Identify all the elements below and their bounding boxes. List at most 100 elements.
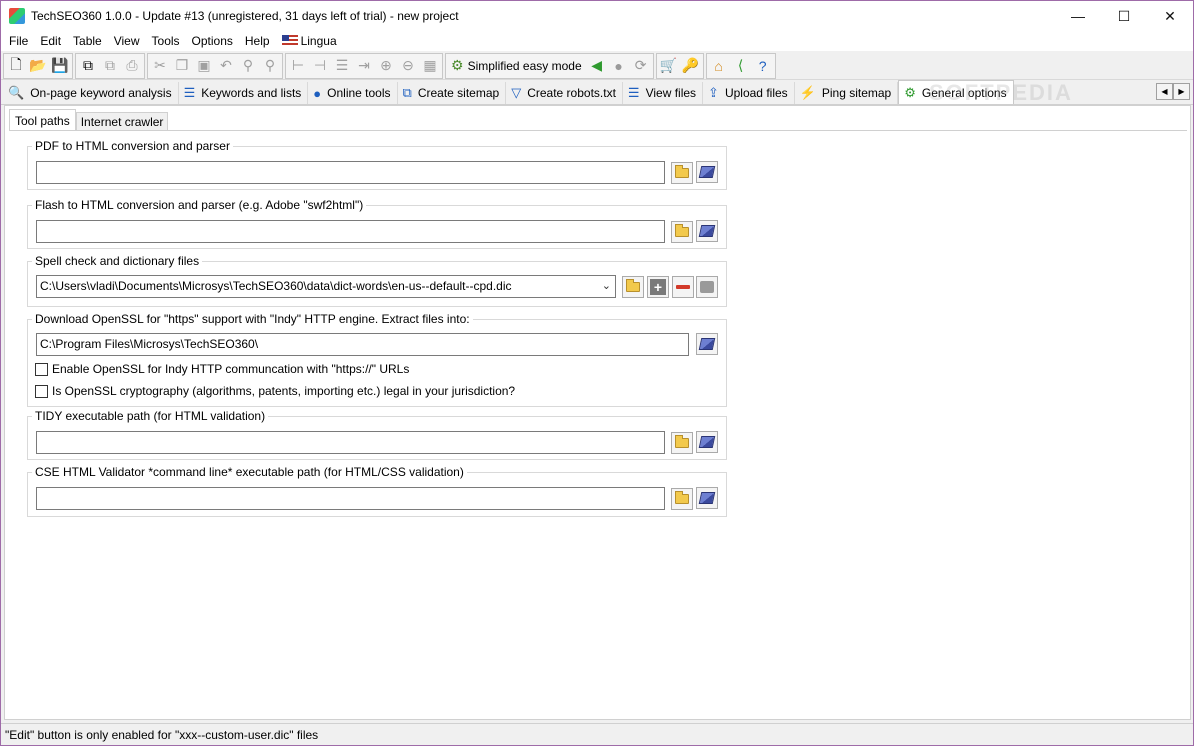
tab-scroll-buttons: ◀ ▶ [1156,83,1190,100]
window-title: TechSEO360 1.0.0 - Update #13 (unregiste… [31,9,459,23]
app-window: TechSEO360 1.0.0 - Update #13 (unregiste… [0,0,1194,746]
tab-ping-sitemap[interactable]: ⚡ Ping sitemap [795,82,899,104]
cse-download-button[interactable] [696,487,718,509]
tab-online-tools[interactable]: ● Online tools [308,82,398,104]
paste-project-icon[interactable]: ⧉ [99,55,121,77]
options-panel: Tool paths Internet crawler PDF to HTML … [4,105,1191,720]
undo-icon[interactable]: ↶ [215,55,237,77]
tree-collapse-icon[interactable]: ⊖ [397,55,419,77]
menu-lingua[interactable]: Lingua [276,31,343,51]
copy-project-icon[interactable]: ⧉ [77,55,99,77]
open-folder-icon[interactable]: 📂 [27,55,49,77]
folder-icon [675,435,689,448]
flash-path-field[interactable] [36,220,665,243]
app-icon [9,8,25,24]
edit-icon [700,281,714,293]
folder-icon [626,279,640,292]
subtab-internet-crawler[interactable]: Internet crawler [75,112,169,131]
tab-create-sitemap[interactable]: ⧉ Create sitemap [398,82,507,104]
menu-edit[interactable]: Edit [34,31,67,51]
go-back-icon[interactable]: ◀ [586,55,608,77]
cse-path-field[interactable] [36,487,665,510]
menu-view[interactable]: View [108,31,146,51]
tab-view-files[interactable]: ☰ View files [623,82,704,104]
dictionary-browse-button[interactable] [622,276,644,298]
key-icon[interactable]: 🔑 [680,55,702,77]
lightning-icon: ⚡ [799,85,816,100]
menu-help[interactable]: Help [239,31,276,51]
tab-label: View files [645,86,697,100]
save-icon[interactable]: 💾 [49,55,71,77]
dictionary-select[interactable]: C:\Users\vladi\Documents\Microsys\TechSE… [36,275,616,298]
filter-icon: ▽ [511,85,522,100]
menu-tools[interactable]: Tools [146,31,186,51]
tool-paths-panel: PDF to HTML conversion and parser Flash … [9,130,1187,717]
enable-openssl-checkbox[interactable] [35,362,48,376]
replace-icon[interactable]: ⚲ [259,55,281,77]
tab-scroll-left-icon[interactable]: ◀ [1156,83,1173,100]
dictionary-edit-button[interactable] [696,276,718,298]
pdf-group-label: PDF to HTML conversion and parser [32,138,233,154]
pdf-group: PDF to HTML conversion and parser [27,138,727,190]
tab-create-robots-txt[interactable]: ▽ Create robots.txt [506,82,623,104]
tree-list-icon[interactable]: ☰ [331,55,353,77]
openssl-legal-checkbox[interactable] [35,384,48,398]
find-icon[interactable]: ⚲ [237,55,259,77]
pdf-browse-button[interactable] [671,162,693,184]
tree-indent-icon[interactable]: ⊢ [287,55,309,77]
refresh-icon[interactable]: ⟳ [630,55,652,77]
tab-upload-files[interactable]: ⇪ Upload files [703,82,795,104]
tidy-path-field[interactable] [36,431,665,454]
paste-icon[interactable]: ▣ [193,55,215,77]
plus-icon: + [650,279,666,295]
folder-icon [675,165,689,178]
openssl-group: Download OpenSSL for "https" support wit… [27,311,727,407]
minimize-button[interactable]: — [1055,1,1101,31]
tab-scroll-right-icon[interactable]: ▶ [1173,83,1190,100]
tidy-download-button[interactable] [696,431,718,453]
chevron-down-icon: ⌄ [601,280,611,292]
book-icon [698,492,716,504]
help-icon[interactable]: ? [752,55,774,77]
cse-browse-button[interactable] [671,488,693,510]
openssl-download-button[interactable] [696,333,718,355]
new-file-icon[interactable]: 🗋 [5,55,27,77]
cse-group: CSE HTML Validator *command line* execut… [27,464,727,517]
upload-icon: ⇪ [708,85,719,100]
tab-keywords-and-lists[interactable]: ☰ Keywords and lists [179,82,309,104]
tab-label: Create robots.txt [527,86,616,100]
menu-options[interactable]: Options [186,31,239,51]
folder-icon [675,491,689,504]
pdf-path-field[interactable] [36,161,665,184]
dictionary-add-button[interactable]: + [647,276,669,298]
dictionary-remove-button[interactable] [672,276,694,298]
tab-on-page-keyword-analysis[interactable]: 🔍 On-page keyword analysis [3,82,179,104]
tidy-group: TIDY executable path (for HTML validatio… [27,408,727,460]
cut-icon[interactable]: ✂ [149,55,171,77]
sitemap-icon: ⧉ [402,85,412,100]
cart-icon[interactable]: 🛒 [658,55,680,77]
stop-icon[interactable]: ● [608,55,630,77]
tree-expand-icon[interactable]: ⊕ [375,55,397,77]
home-icon[interactable]: ⌂ [708,55,730,77]
maximize-button[interactable]: ☐ [1101,1,1147,31]
tree-outdent-icon[interactable]: ⊣ [309,55,331,77]
pdf-download-button[interactable] [696,161,718,183]
tidy-browse-button[interactable] [671,432,693,454]
menu-file[interactable]: File [3,31,34,51]
share-icon[interactable]: ⟨ [730,55,752,77]
close-button[interactable]: ✕ [1147,1,1193,31]
subtab-tool-paths[interactable]: Tool paths [9,109,76,131]
print-icon[interactable]: ⎙ [121,55,143,77]
tree-move-icon[interactable]: ⇥ [353,55,375,77]
toolbar-file-group: 🗋 📂 💾 [3,52,73,79]
openssl-path-field[interactable]: C:\Program Files\Microsys\TechSEO360\ [36,333,689,356]
tree-grid-icon[interactable]: ▦ [419,55,441,77]
simplified-mode-button[interactable]: ⚙ Simplified easy mode [447,55,586,77]
dictionary-select-value: C:\Users\vladi\Documents\Microsys\TechSE… [40,279,512,293]
copy-icon[interactable]: ❐ [171,55,193,77]
menu-table[interactable]: Table [67,31,108,51]
flash-browse-button[interactable] [671,221,693,243]
flash-download-button[interactable] [696,220,718,242]
toolbar-edit-group: ⧉ ⧉ ⎙ [75,52,145,79]
